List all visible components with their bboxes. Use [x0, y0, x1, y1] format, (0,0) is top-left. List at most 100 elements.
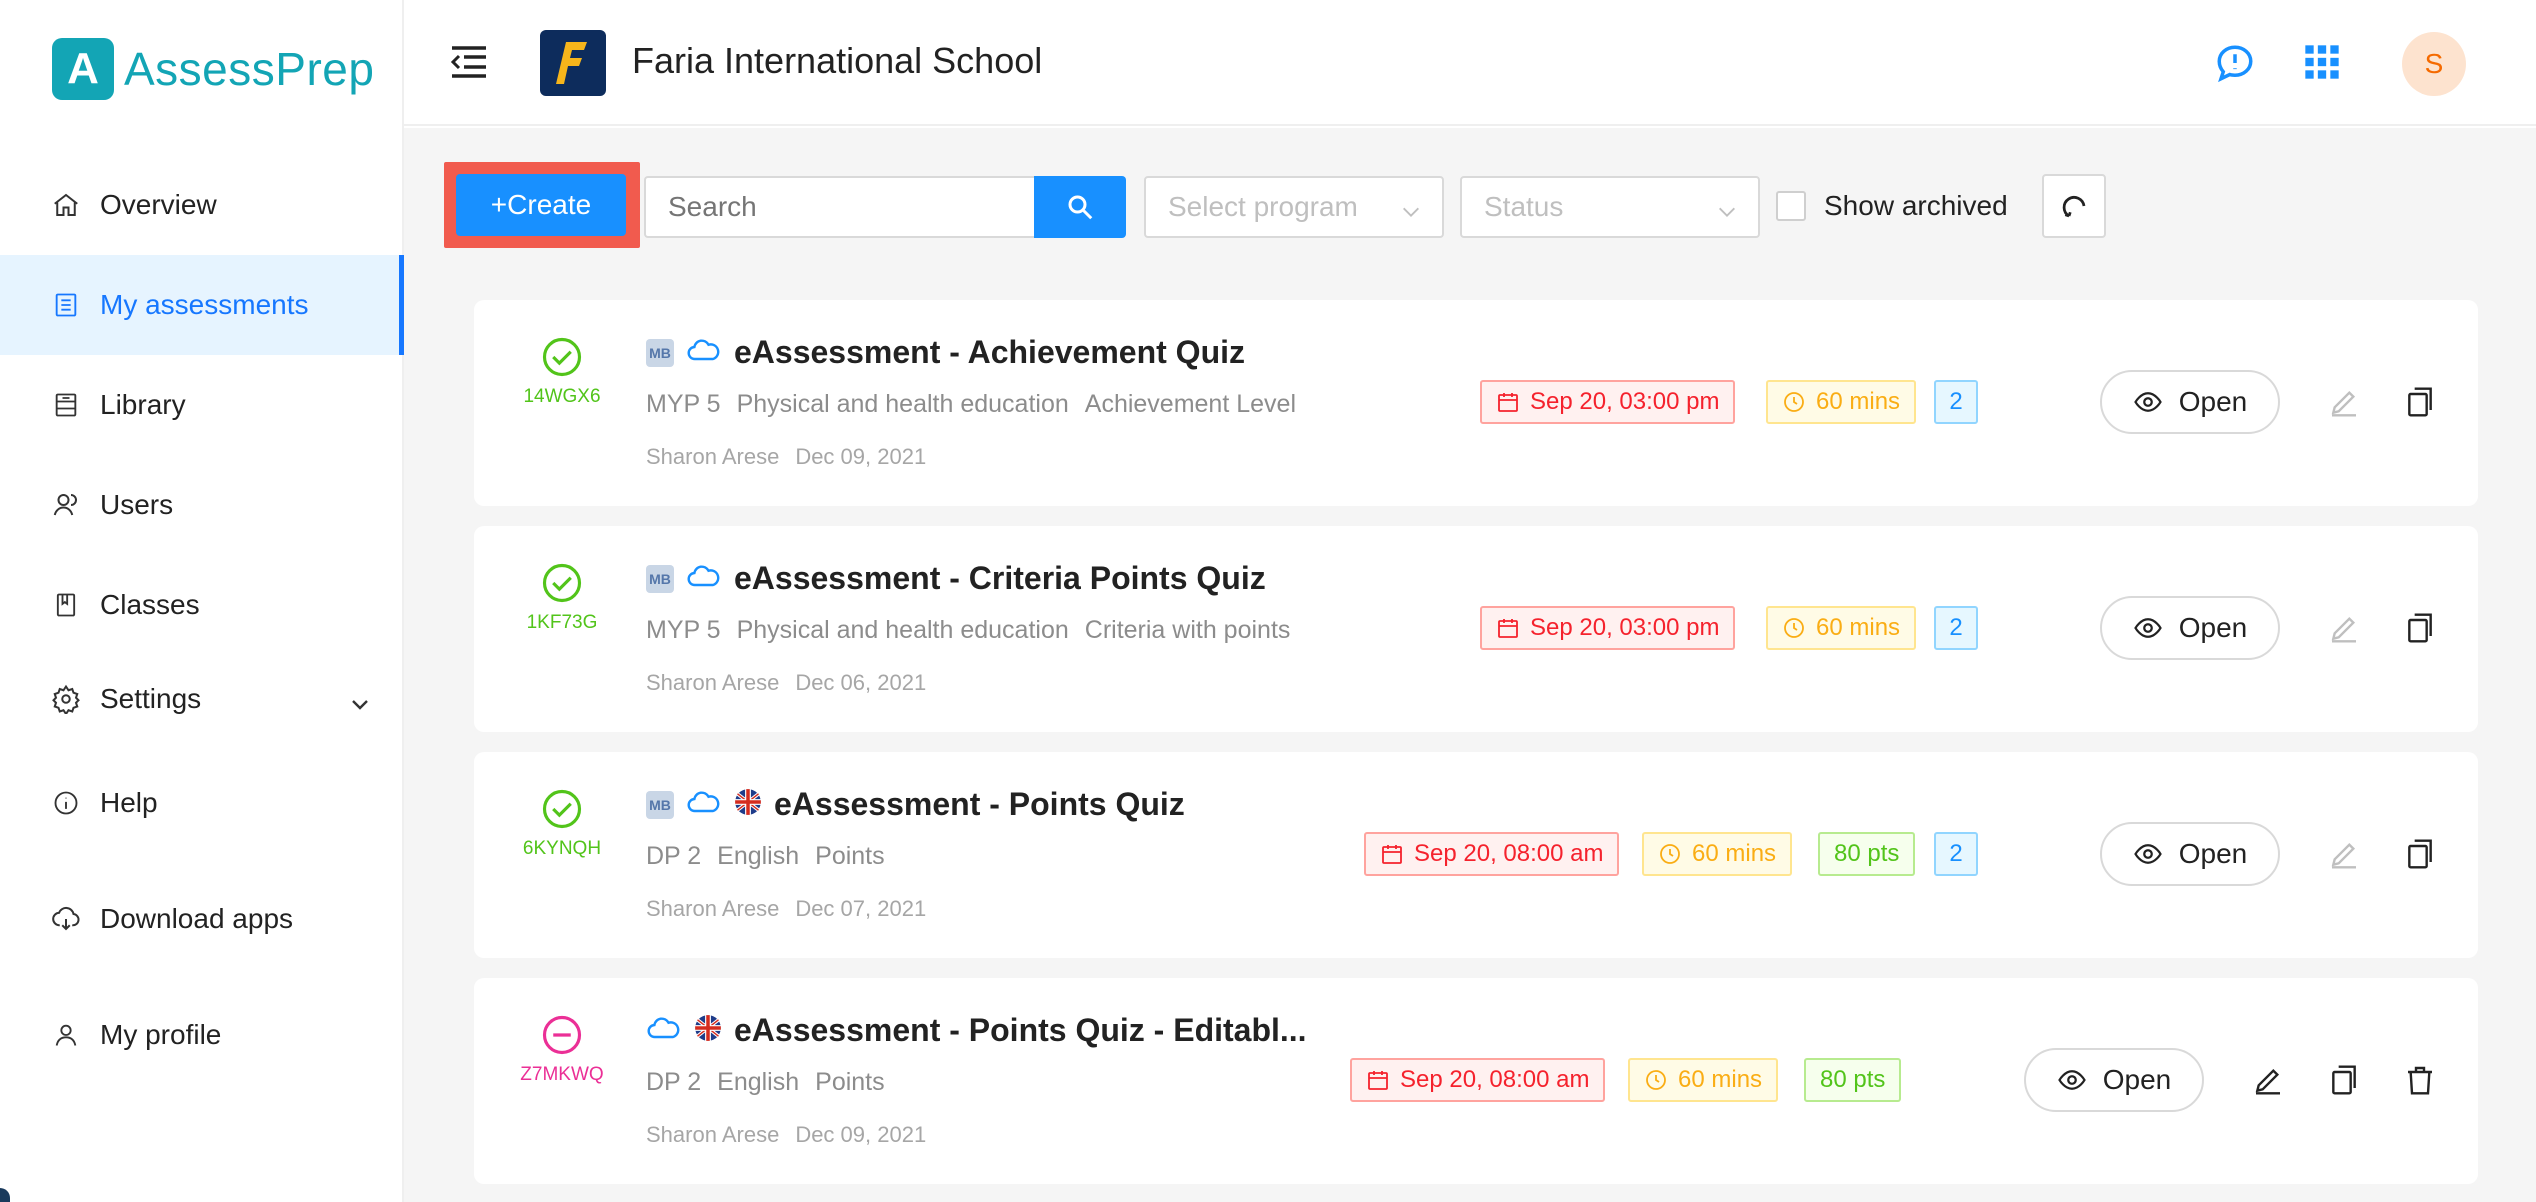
copy-icon[interactable]	[2326, 1062, 2362, 1098]
assessment-meta: MYP 5 Physical and health education Crit…	[646, 616, 1290, 645]
date-tag: Sep 20, 03:00 pm	[1480, 380, 1736, 424]
info-icon	[50, 787, 82, 819]
assessment-title[interactable]: eAssessment - Points Quiz	[774, 786, 1185, 823]
avatar[interactable]: S	[2402, 32, 2466, 96]
open-label: Open	[2178, 838, 2248, 869]
sidebar-nav: Overview My assessments Library Users Cl…	[0, 155, 404, 1095]
assessment-subject: Physical and health education	[736, 390, 1069, 418]
calendar-icon	[1498, 393, 1518, 412]
create-button[interactable]: +Create	[456, 174, 626, 236]
sidebar-item-label: Classes	[100, 589, 200, 620]
chevron-down-icon	[1400, 198, 1422, 230]
sidebar-item-help[interactable]: Help	[0, 743, 404, 863]
assessment-card[interactable]: Z7MKWQ eAssessment - Points Quiz - Edita…	[474, 978, 2478, 1184]
status-select[interactable]: Status	[1460, 176, 1760, 238]
sidebar-item-settings[interactable]: Settings	[0, 655, 404, 743]
search-input[interactable]	[644, 176, 1036, 238]
count-tag: 2	[1934, 832, 1978, 876]
open-label: Open	[2102, 1064, 2172, 1095]
open-button[interactable]: Open	[2100, 822, 2280, 886]
show-archived-checkbox[interactable]	[1776, 191, 1806, 221]
duration-tag: 60 mins	[1766, 380, 1917, 424]
date-value: Sep 20, 08:00 am	[1400, 1066, 1590, 1093]
show-archived-toggle[interactable]: Show archived	[1776, 190, 2008, 222]
assessment-author-row: Sharon Arese Dec 09, 2021	[646, 444, 926, 470]
sidebar-item-my-profile[interactable]: My profile	[0, 975, 404, 1095]
assessment-grade: DP 2	[646, 1068, 702, 1096]
assessment-author: Sharon Arese	[646, 444, 780, 469]
sidebar-item-download-apps[interactable]: Download apps	[0, 863, 404, 975]
cloud-icon	[686, 789, 722, 820]
eye-icon	[2133, 618, 2162, 638]
user-icon	[50, 1019, 82, 1051]
show-archived-label: Show archived	[1824, 190, 2008, 221]
calendar-icon	[1498, 619, 1518, 638]
assessment-card[interactable]: 1KF73G MB eAssessment - Criteria Points …	[474, 526, 2478, 732]
duration-tag: 60 mins	[1628, 1058, 1779, 1102]
sidebar-item-library[interactable]: Library	[0, 355, 404, 455]
create-highlight: +Create	[444, 162, 640, 248]
points-tag: 80 pts	[1818, 832, 1916, 876]
copy-icon[interactable]	[2402, 384, 2438, 420]
sidebar-item-overview[interactable]: Overview	[0, 155, 404, 255]
top-header: Faria International School S	[404, 0, 2536, 126]
open-label: Open	[2178, 612, 2248, 643]
managebac-icon: MB	[646, 790, 674, 819]
count-tag: 2	[1934, 606, 1978, 650]
assessment-title[interactable]: eAssessment - Achievement Quiz	[734, 334, 1245, 371]
program-select[interactable]: Select program	[1144, 176, 1444, 238]
assessment-status: Z7MKWQ	[514, 1014, 610, 1086]
assessment-title[interactable]: eAssessment - Criteria Points Quiz	[734, 560, 1266, 597]
sidebar-item-classes[interactable]: Classes	[0, 555, 404, 655]
feedback-icon[interactable]	[2214, 42, 2256, 84]
assessment-author-row: Sharon Arese Dec 07, 2021	[646, 896, 926, 922]
book-icon	[50, 589, 82, 621]
copy-icon[interactable]	[2402, 836, 2438, 872]
assessment-status: 6KYNQH	[514, 788, 610, 860]
app-logo[interactable]: A AssessPrep	[52, 38, 374, 100]
cloud-icon	[686, 337, 722, 368]
corner-decoration	[0, 1188, 10, 1202]
sidebar-item-users[interactable]: Users	[0, 455, 404, 555]
check-circle-icon	[541, 562, 583, 604]
assessment-created: Dec 06, 2021	[795, 670, 927, 695]
check-circle-icon	[541, 336, 583, 378]
assessment-meta: DP 2 English Points	[646, 1068, 885, 1097]
sidebar-item-my-assessments[interactable]: My assessments	[0, 255, 404, 355]
school-logo	[540, 30, 606, 96]
clock-icon	[1660, 844, 1680, 864]
delete-icon[interactable]	[2402, 1062, 2438, 1098]
sidebar-item-label: Download apps	[100, 903, 294, 934]
open-button[interactable]: Open	[2024, 1048, 2204, 1112]
sidebar-item-label: Users	[100, 489, 174, 520]
assessment-card[interactable]: 14WGX6 MB eAssessment - Achievement Quiz…	[474, 300, 2478, 506]
program-select-placeholder: Select program	[1168, 191, 1358, 222]
search-icon	[1068, 195, 1093, 220]
assessment-card[interactable]: 6KYNQH MB eAssessment - Points Quiz DP 2…	[474, 752, 2478, 958]
assessment-status: 1KF73G	[514, 562, 610, 634]
check-circle-icon	[541, 788, 583, 830]
search-button[interactable]	[1034, 176, 1126, 238]
points-tag: 80 pts	[1804, 1058, 1902, 1102]
open-button[interactable]: Open	[2100, 370, 2280, 434]
apps-grid-icon[interactable]	[2302, 42, 2344, 84]
count-tag: 2	[1934, 380, 1978, 424]
refresh-button[interactable]	[2042, 174, 2106, 238]
sidebar-item-label: Settings	[100, 683, 202, 714]
managebac-icon: MB	[646, 564, 674, 593]
menu-fold-icon[interactable]	[448, 44, 488, 80]
managebac-icon: MB	[646, 338, 674, 367]
uk-flag-icon	[694, 1014, 722, 1047]
date-value: Sep 20, 08:00 am	[1414, 840, 1604, 867]
copy-icon[interactable]	[2402, 610, 2438, 646]
assessment-title[interactable]: eAssessment - Points Quiz - Editabl...	[734, 1012, 1307, 1049]
clock-icon	[1646, 1070, 1666, 1090]
users-icon	[50, 489, 82, 521]
edit-icon[interactable]	[2250, 1062, 2286, 1098]
title-row: eAssessment - Points Quiz - Editabl...	[646, 1012, 1307, 1049]
main-content: +Create Select program Status Show archi…	[404, 128, 2536, 1202]
open-label: Open	[2178, 386, 2248, 417]
assessment-grading: Achievement Level	[1084, 390, 1296, 418]
open-button[interactable]: Open	[2100, 596, 2280, 660]
title-row: MB eAssessment - Criteria Points Quiz	[646, 560, 1266, 597]
